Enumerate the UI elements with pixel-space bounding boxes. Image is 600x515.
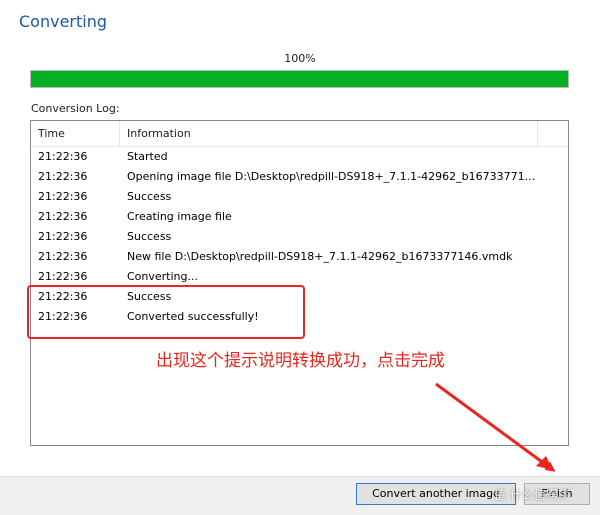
log-row[interactable]: 21:22:36 Success: [31, 227, 568, 247]
watermark: 值 什么值得买: [494, 488, 570, 502]
log-row[interactable]: 21:22:36 Converting...: [31, 267, 568, 287]
annotation-text: 出现这个提示说明转换成功，点击完成: [156, 351, 445, 371]
log-row-information: Started: [127, 150, 168, 163]
dialog-title: Converting: [19, 12, 108, 31]
column-header-time[interactable]: Time: [38, 127, 65, 140]
log-row[interactable]: 21:22:36 Opening image file D:\Desktop\re…: [31, 167, 568, 187]
log-row[interactable]: 21:22:36 Creating image file: [31, 207, 568, 227]
column-divider[interactable]: [119, 121, 120, 146]
progress-bar: [30, 70, 569, 88]
log-row-time: 21:22:36: [38, 250, 88, 263]
convert-another-image-button[interactable]: Convert another image: [356, 483, 516, 505]
conversion-log-label: Conversion Log:: [31, 102, 120, 115]
progress-percent-label: 100%: [284, 52, 316, 65]
log-row[interactable]: 21:22:36 New file D:\Desktop\redpill-DS91…: [31, 247, 568, 267]
column-header-information[interactable]: Information: [127, 127, 191, 140]
log-header: Time Information: [31, 121, 568, 147]
log-row-information: Success: [127, 190, 172, 203]
log-row-time: 21:22:36: [38, 170, 88, 183]
log-row-time: 21:22:36: [38, 230, 88, 243]
log-row-information: Creating image file: [127, 210, 232, 223]
log-row[interactable]: 21:22:36 Success: [31, 187, 568, 207]
log-row-information: Converting...: [127, 270, 198, 283]
log-row-time: 21:22:36: [38, 270, 88, 283]
log-row-time: 21:22:36: [38, 210, 88, 223]
log-row-information: New file D:\Desktop\redpill-DS918+_7.1.1…: [127, 250, 513, 263]
log-row-information: Opening image file D:\Desktop\redpill-DS…: [127, 170, 536, 183]
progress-bar-fill: [31, 71, 568, 87]
log-row-information: Success: [127, 230, 172, 243]
column-divider[interactable]: [537, 121, 538, 146]
log-row[interactable]: 21:22:36 Started: [31, 147, 568, 167]
log-row-time: 21:22:36: [38, 190, 88, 203]
conversion-log-list[interactable]: Time Information 21:22:36 Started 21:22:36…: [30, 120, 569, 446]
success-highlight-box: [27, 285, 305, 339]
log-row-time: 21:22:36: [38, 150, 88, 163]
